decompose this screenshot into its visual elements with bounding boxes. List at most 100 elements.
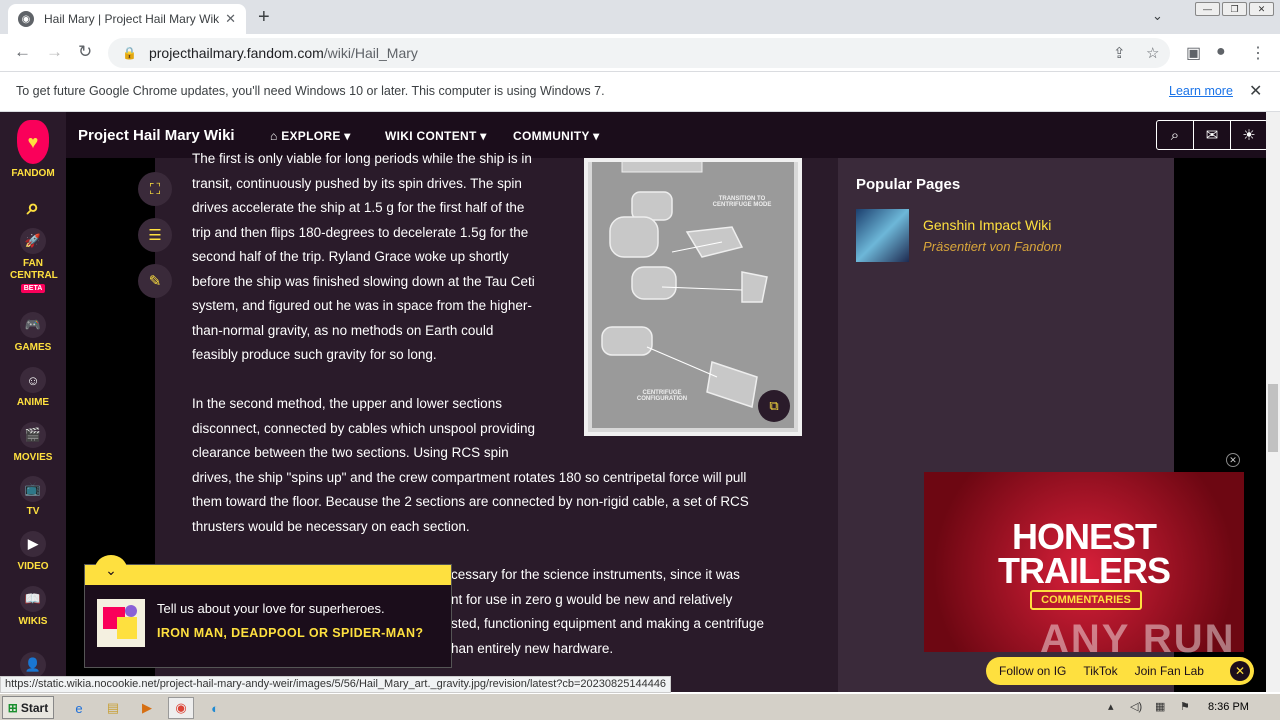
fan-lab-bar: Follow on IG TikTok Join Fan Lab ✕ <box>986 657 1254 685</box>
rail-label: MOVIES <box>13 452 53 463</box>
article-paragraph-3: cessary for the science instruments, sin… <box>451 563 764 661</box>
ie-icon[interactable]: e <box>68 697 90 719</box>
figure-label: TRANSITION TO CENTRIFUGE MODE <box>712 196 772 208</box>
fandom-heart-icon: ♥ <box>17 120 49 164</box>
menu-dots-icon[interactable]: ⋮ <box>1250 43 1266 63</box>
theme-toggle-icon[interactable]: ☀ <box>1231 121 1266 149</box>
text-line: thrusters would be necessary on each sec… <box>192 518 470 534</box>
chrome-icon[interactable]: ◉ <box>168 697 194 719</box>
quiz-illustration <box>97 599 145 647</box>
network-icon[interactable]: ▦ <box>1155 700 1165 713</box>
text-line: system, and figured out he was in space … <box>192 298 532 313</box>
rail-item-movies[interactable]: 🎬 MOVIES <box>0 422 66 463</box>
learn-more-link[interactable]: Learn more <box>1169 84 1233 98</box>
rail-item-tv[interactable]: 📺 TV <box>0 476 66 517</box>
quiz-graphic <box>103 605 137 639</box>
lock-icon[interactable]: 🔒 <box>122 46 137 60</box>
user-icon: 👤 <box>20 652 46 678</box>
figure-image: TRANSITION TO CENTRIFUGE MODE CENTRIFUGE… <box>592 151 794 428</box>
action-center-icon[interactable]: ⚑ <box>1180 700 1190 713</box>
rail-label: TV <box>26 506 40 517</box>
start-button[interactable]: ⊞ Start <box>2 696 54 719</box>
text-line: before the ship was finished slowing dow… <box>192 273 535 289</box>
anime-face-icon: ☺ <box>20 367 46 393</box>
popular-page-thumbnail[interactable] <box>856 209 909 262</box>
rail-item-games[interactable]: 🎮 GAMES <box>0 312 66 353</box>
page-tools: ⛶ ☰ ✎ <box>138 172 172 310</box>
page-scrollbar[interactable] <box>1266 112 1280 692</box>
minimize-button[interactable]: — <box>1195 2 1220 16</box>
back-icon[interactable]: ← <box>14 42 31 62</box>
new-tab-button[interactable]: + <box>258 6 270 29</box>
scrollbar-thumb[interactable] <box>1268 384 1278 452</box>
explorer-folder-icon[interactable]: ▤ <box>102 697 124 719</box>
side-panel-icon[interactable]: ▣ <box>1186 43 1201 63</box>
quiz-question[interactable]: IRON MAN, DEADPOOL OR SPIDER-MAN? <box>157 625 427 641</box>
url-text[interactable]: projecthailmary.fandom.com/wiki/Hail_Mar… <box>149 45 418 61</box>
header-search-icon[interactable]: ⌕ <box>1157 121 1194 149</box>
article-paragraph-1: The first is only viable for long period… <box>192 147 535 368</box>
header-tools: ⌕ ✉ ☀ <box>1156 120 1266 150</box>
text-line: The first is only viable for long period… <box>192 151 532 166</box>
hail-mary-gravity-figure[interactable]: TRANSITION TO CENTRIFUGE MODE CENTRIFUGE… <box>584 151 802 436</box>
status-bubble-url: https://static.wikia.nocookie.net/projec… <box>0 676 672 693</box>
table-of-contents-icon[interactable]: ☰ <box>138 218 172 252</box>
text-line: sted, functioning equipment and making a… <box>451 616 764 631</box>
address-bar[interactable]: 🔒 projecthailmary.fandom.com/wiki/Hail_M… <box>108 38 1170 68</box>
fandom-logo[interactable]: ♥ FANDOM <box>0 120 66 179</box>
taskbar-clock: 8:36 PM <box>1208 701 1249 713</box>
edit-pencil-icon[interactable]: ✎ <box>138 264 172 298</box>
popular-page-title[interactable]: Genshin Impact Wiki <box>923 217 1051 233</box>
profile-icon[interactable]: ● <box>1216 43 1226 61</box>
forward-icon[interactable]: → <box>46 42 63 62</box>
tiktok-link[interactable]: TikTok <box>1083 664 1117 678</box>
rail-item-fan-central[interactable]: 🚀 FAN CENTRAL BETA <box>0 228 66 293</box>
fandom-global-nav: ♥ FANDOM ⌕ 🚀 FAN CENTRAL BETA 🎮 GAMES ☺ … <box>0 112 66 692</box>
ad-badge: COMMENTARIES <box>1030 590 1142 610</box>
anyrun-watermark: ANY RUN <box>1040 617 1236 661</box>
infobar-close-icon[interactable]: ✕ <box>1249 81 1262 101</box>
rail-item-anime[interactable]: ☺ ANIME <box>0 367 66 408</box>
collapse-chevron-icon[interactable]: ⌄ <box>95 555 127 583</box>
fanbar-close-icon[interactable]: ✕ <box>1230 661 1250 681</box>
wiki-title[interactable]: Project Hail Mary Wiki <box>78 127 235 144</box>
browser-tab[interactable]: ◉ Hail Mary | Project Hail Mary Wiki | F… <box>8 4 246 34</box>
follow-ig-link[interactable]: Follow on IG <box>999 664 1066 678</box>
tray-arrow-icon[interactable]: ▴ <box>1108 700 1114 713</box>
ad-title: HONEST TRAILERS <box>998 516 1171 591</box>
popular-pages-heading: Popular Pages <box>856 176 961 193</box>
text-line: han entirely new hardware. <box>451 640 614 656</box>
maximize-button[interactable]: ❐ <box>1222 2 1247 16</box>
join-fan-lab-link[interactable]: Join Fan Lab <box>1135 664 1204 678</box>
media-player-icon[interactable]: ▶ <box>136 697 158 719</box>
rail-item-wikis[interactable]: 📖 WIKIS <box>0 586 66 627</box>
expand-image-icon[interactable]: ⧉ <box>758 390 790 422</box>
tab-search-icon[interactable]: ⌄ <box>1152 8 1163 24</box>
text-line: cessary for the science instruments, sin… <box>451 567 740 582</box>
search-button[interactable]: ⌕ <box>0 194 66 220</box>
share-icon[interactable]: ⇪ <box>1113 44 1126 62</box>
rail-item-video[interactable]: ▶ VIDEO <box>0 531 66 572</box>
gamepad-icon: 🎮 <box>20 312 46 338</box>
update-infobar: To get future Google Chrome updates, you… <box>0 72 1280 112</box>
text-line: trip and then flips 180-degrees to decel… <box>192 224 529 240</box>
ad-close-icon[interactable]: ✕ <box>1226 453 1240 467</box>
nav-explore[interactable]: ⌂ EXPLORE ▾ <box>270 129 351 143</box>
close-window-button[interactable]: ✕ <box>1249 2 1274 16</box>
nav-community[interactable]: COMMUNITY ▾ <box>513 129 599 143</box>
volume-icon[interactable]: ◁) <box>1130 700 1142 713</box>
text-line: feasibly produce such gravity for so lon… <box>192 347 437 362</box>
book-icon: 📖 <box>20 586 46 612</box>
edge-icon[interactable]: ◐ <box>204 697 226 719</box>
bookmark-star-icon[interactable]: ☆ <box>1146 44 1159 62</box>
windows-taskbar: ⊞ Start e ▤ ▶ ◉ ◐ ▴ ◁) ▦ ⚑ 8:36 PM <box>0 693 1280 720</box>
discussions-icon[interactable]: ✉ <box>1194 121 1231 149</box>
nav-wiki-content[interactable]: WIKI CONTENT ▾ <box>385 129 487 143</box>
clapperboard-icon: 🎬 <box>20 422 46 448</box>
tv-icon: 📺 <box>20 476 46 502</box>
reload-icon[interactable]: ↻ <box>78 42 92 62</box>
fullscreen-icon[interactable]: ⛶ <box>138 172 172 206</box>
fandom-favicon-icon: ◉ <box>18 11 34 27</box>
figure-label: CENTRIFUGE CONFIGURATION <box>636 390 688 402</box>
tab-close-icon[interactable]: ✕ <box>225 11 236 27</box>
